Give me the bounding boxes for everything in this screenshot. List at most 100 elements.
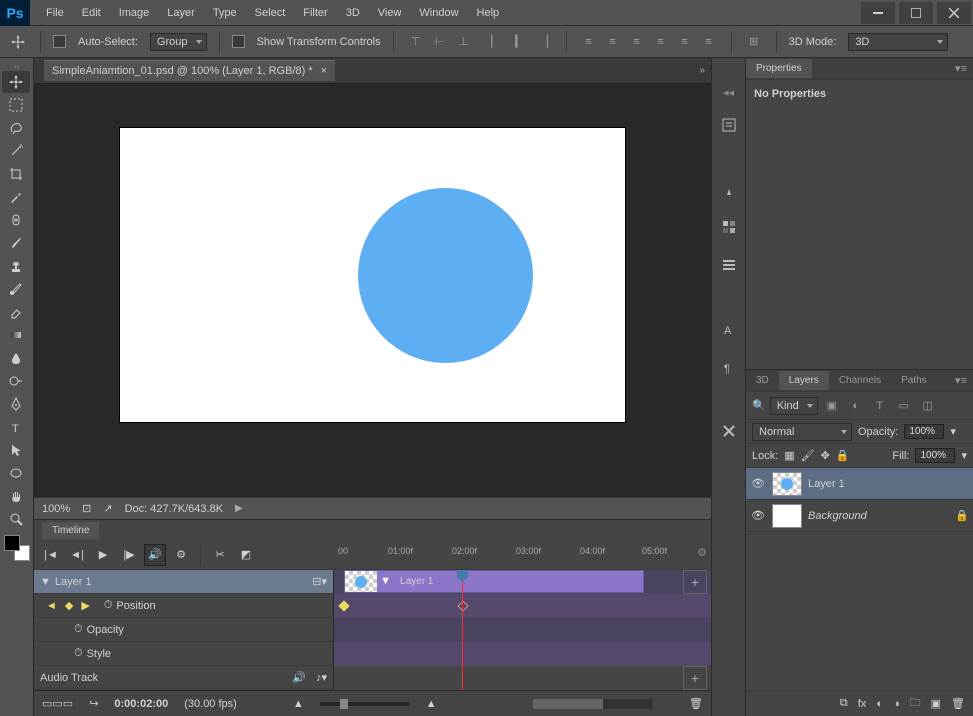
menu-layer[interactable]: Layer: [159, 3, 203, 23]
distribute-1-icon[interactable]: ≡: [579, 32, 599, 52]
menu-file[interactable]: File: [38, 3, 72, 23]
mode-dropdown[interactable]: 3D: [848, 33, 948, 51]
history-brush-tool[interactable]: [2, 278, 30, 300]
tab-paths[interactable]: Paths: [891, 371, 937, 390]
timeline-prop-position[interactable]: ◄ ◆ ▶ ⏱ Position: [34, 594, 333, 618]
zoom-in-icon[interactable]: ▲: [426, 698, 437, 710]
filter-pixel-icon[interactable]: ▣: [822, 396, 842, 416]
delete-layer-icon[interactable]: 🗑: [951, 697, 965, 710]
filter-type-icon[interactable]: T: [870, 396, 890, 416]
timeline-prop-opacity[interactable]: ⏱ Opacity: [34, 618, 333, 642]
timeline-tab[interactable]: Timeline: [42, 522, 99, 539]
zoom-slider[interactable]: [320, 702, 410, 706]
align-hcenter-icon[interactable]: ▎: [510, 32, 530, 52]
lock-transparent-icon[interactable]: ▦: [784, 449, 794, 462]
layer-row[interactable]: 👁 Layer 1: [746, 468, 973, 500]
dodge-tool[interactable]: [2, 370, 30, 392]
auto-select-checkbox[interactable]: [53, 35, 66, 48]
keyframe-icon[interactable]: [338, 600, 349, 611]
keyframe-toggle-icon[interactable]: ◆: [65, 599, 73, 612]
tab-channels[interactable]: Channels: [829, 371, 891, 390]
paragraph-icon[interactable]: ¶: [717, 355, 741, 379]
layer-thumbnail[interactable]: [772, 472, 802, 496]
fx-icon[interactable]: fx: [858, 698, 867, 710]
goto-first-button[interactable]: |◄: [40, 544, 62, 566]
transition-button[interactable]: ◩: [235, 544, 257, 566]
timeline-layer-row[interactable]: ▼ Layer 1 ⊟▾: [34, 570, 333, 594]
layer-row[interactable]: 👁 Background 🔒: [746, 500, 973, 532]
eyedropper-tool[interactable]: [2, 186, 30, 208]
new-layer-icon[interactable]: ▣: [931, 697, 941, 710]
settings-button[interactable]: ⚙: [170, 544, 192, 566]
brush-presets-icon[interactable]: [717, 177, 741, 201]
swatches-icon[interactable]: [717, 215, 741, 239]
frames-mode-icon[interactable]: ▭▭▭: [42, 697, 73, 710]
layer-name[interactable]: Background: [808, 510, 867, 522]
show-transform-checkbox[interactable]: [232, 35, 245, 48]
properties-tab[interactable]: Properties: [746, 59, 812, 78]
add-audio-button[interactable]: +: [683, 666, 707, 690]
canvas-area[interactable]: [34, 84, 711, 497]
stopwatch-icon[interactable]: ⏱: [74, 623, 83, 636]
keyframe-icon[interactable]: [457, 600, 468, 611]
zoom-out-icon[interactable]: ▲: [293, 698, 304, 710]
eraser-tool[interactable]: [2, 301, 30, 323]
move-tool[interactable]: [2, 71, 30, 93]
visibility-icon[interactable]: 👁: [750, 509, 766, 522]
crop-tool[interactable]: [2, 163, 30, 185]
timeline-tracks[interactable]: ▼ Layer 1 + +: [334, 570, 711, 690]
stamp-tool[interactable]: [2, 255, 30, 277]
gradient-tool[interactable]: [2, 324, 30, 346]
history-icon[interactable]: [717, 113, 741, 137]
layer-name[interactable]: Layer 1: [808, 478, 845, 490]
auto-select-dropdown[interactable]: Group: [150, 33, 207, 51]
audio-mute-icon[interactable]: 🔊: [292, 671, 306, 684]
lock-position-icon[interactable]: ✥: [821, 449, 830, 462]
zoom-tool[interactable]: [2, 508, 30, 530]
hand-tool[interactable]: [2, 485, 30, 507]
audio-options-icon[interactable]: ♪▾: [316, 671, 327, 684]
close-tab-icon[interactable]: ×: [321, 65, 327, 77]
ruler-menu-icon[interactable]: ⚙: [697, 546, 707, 559]
character-icon[interactable]: A: [717, 317, 741, 341]
fg-color-swatch[interactable]: [4, 535, 20, 551]
distribute-3-icon[interactable]: ≡: [627, 32, 647, 52]
window-maximize-button[interactable]: [899, 2, 933, 24]
toolbar-grip-icon[interactable]: ››: [2, 62, 31, 70]
tab-overflow-icon[interactable]: »: [699, 65, 705, 76]
path-select-tool[interactable]: [2, 439, 30, 461]
convert-icon[interactable]: ↪: [89, 697, 98, 710]
align-bottom-icon[interactable]: ⊥: [454, 32, 474, 52]
mask-icon[interactable]: ◐: [876, 698, 883, 710]
menu-type[interactable]: Type: [205, 3, 245, 23]
menu-3d[interactable]: 3D: [338, 3, 368, 23]
libraries-icon[interactable]: [717, 253, 741, 277]
filter-icon[interactable]: 🔍: [752, 399, 766, 412]
link-layers-icon[interactable]: ⧉: [840, 697, 848, 710]
wand-tool[interactable]: [2, 140, 30, 162]
zoom-level[interactable]: 100%: [42, 503, 70, 515]
document-tab[interactable]: SimpleAniamtion_01.psd @ 100% (Layer 1, …: [44, 60, 335, 81]
timeline-scrollbar[interactable]: [533, 699, 653, 709]
play-button[interactable]: ▶: [92, 544, 114, 566]
current-time[interactable]: 0:00:02:00: [114, 698, 168, 710]
brush-tool[interactable]: [2, 232, 30, 254]
align-vcenter-icon[interactable]: ⊢: [430, 32, 450, 52]
add-media-button[interactable]: +: [683, 570, 707, 594]
tab-layers[interactable]: Layers: [779, 371, 829, 390]
distribute-6-icon[interactable]: ≡: [699, 32, 719, 52]
fill-dropdown-icon[interactable]: ▾: [961, 449, 967, 462]
chevron-down-icon[interactable]: ▼: [40, 576, 51, 588]
distribute-4-icon[interactable]: ≡: [651, 32, 671, 52]
mute-button[interactable]: 🔊: [144, 544, 166, 566]
lock-paint-icon[interactable]: 🖌: [801, 449, 815, 462]
menu-edit[interactable]: Edit: [74, 3, 109, 23]
menu-view[interactable]: View: [370, 3, 410, 23]
status-flyout-icon[interactable]: ▶: [235, 503, 243, 514]
type-tool[interactable]: T: [2, 416, 30, 438]
opacity-input[interactable]: [904, 424, 944, 439]
stopwatch-icon[interactable]: ⏱: [104, 599, 113, 612]
tools-icon[interactable]: [717, 419, 741, 443]
menu-image[interactable]: Image: [111, 3, 158, 23]
next-frame-button[interactable]: |▶: [118, 544, 140, 566]
